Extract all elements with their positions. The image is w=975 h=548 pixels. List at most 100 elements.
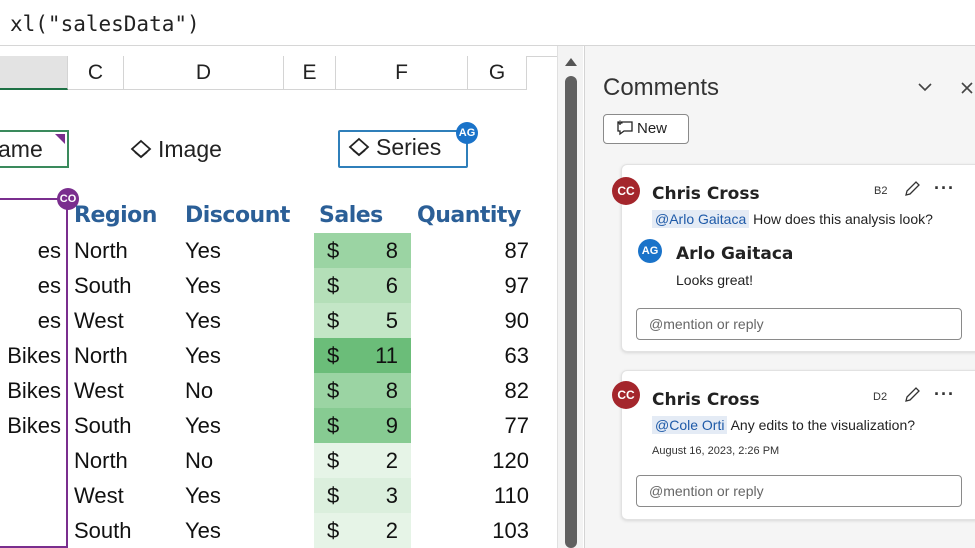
currency-cell[interactable]: $ [327, 268, 339, 303]
quantity-cell[interactable]: 90 [440, 303, 529, 338]
close-icon[interactable] [955, 78, 975, 102]
region-cell[interactable]: South [74, 268, 132, 303]
comment-text: Any edits to the visualization? [730, 417, 916, 433]
region-cell[interactable]: North [74, 443, 128, 478]
series-shape-label: Series [376, 134, 442, 160]
more-options-icon[interactable]: ··· [934, 179, 955, 197]
series-shape[interactable]: Series [338, 130, 468, 168]
header-quantity[interactable]: Quantity [417, 198, 521, 233]
presence-badge-ag: AG [456, 122, 478, 144]
shape-corner-marker [55, 134, 65, 144]
avatar: CC [612, 381, 640, 409]
more-options-icon[interactable]: ··· [934, 385, 955, 403]
header-discount[interactable]: Discount [185, 198, 290, 233]
column-header-f[interactable]: F [336, 56, 468, 90]
discount-cell[interactable]: No [185, 443, 213, 478]
sales-cell[interactable]: 5 [360, 303, 398, 338]
avatar: AG [638, 239, 662, 263]
edit-pencil-icon[interactable] [902, 179, 922, 202]
scrollbar-thumb[interactable] [565, 76, 577, 548]
name-cell[interactable]: es [0, 233, 61, 268]
region-cell[interactable]: West [74, 373, 124, 408]
discount-cell[interactable]: Yes [185, 268, 221, 303]
quantity-cell[interactable]: 82 [440, 373, 529, 408]
comment-author: Chris Cross [652, 184, 760, 204]
column-header-c[interactable]: C [68, 56, 124, 90]
currency-cell[interactable]: $ [327, 373, 339, 408]
name-shape[interactable]: ame [0, 130, 69, 168]
reply-input[interactable]: @mention or reply [636, 475, 962, 507]
sales-cell[interactable]: 11 [360, 338, 398, 373]
chevron-down-icon[interactable] [913, 78, 937, 102]
image-shape[interactable]: Image [130, 136, 222, 163]
header-region[interactable]: Region [74, 198, 157, 233]
name-cell[interactable]: Bikes [0, 373, 61, 408]
pane-title: Comments [603, 74, 720, 101]
column-header-b[interactable] [0, 56, 68, 90]
reply-text: Looks great! [676, 272, 754, 288]
region-cell[interactable]: South [74, 513, 132, 548]
avatar: CC [612, 177, 640, 205]
currency-cell[interactable]: $ [327, 408, 339, 443]
quantity-cell[interactable]: 103 [440, 513, 529, 548]
vertical-scrollbar[interactable] [557, 46, 583, 548]
name-cell[interactable]: es [0, 303, 61, 338]
quantity-cell[interactable]: 77 [440, 408, 529, 443]
discount-cell[interactable]: Yes [185, 233, 221, 268]
comment-cell-ref[interactable]: B2 [874, 185, 887, 197]
discount-cell[interactable]: Yes [185, 478, 221, 513]
edit-pencil-icon[interactable] [902, 385, 922, 408]
spreadsheet-grid[interactable]: C D E F G ame Image Series AG CO Region … [0, 46, 557, 548]
scroll-up-icon[interactable] [565, 58, 577, 66]
sales-cell[interactable]: 9 [360, 408, 398, 443]
sales-cell[interactable]: 2 [360, 443, 398, 478]
reply-input[interactable]: @mention or reply [636, 308, 962, 340]
region-cell[interactable]: North [74, 338, 128, 373]
column-header-d[interactable]: D [124, 56, 284, 90]
quantity-cell[interactable]: 97 [440, 268, 529, 303]
formula-bar[interactable]: xl("salesData") [0, 0, 975, 46]
sales-cell[interactable]: 8 [360, 373, 398, 408]
reply-author: Arlo Gaitaca [676, 244, 794, 264]
comment-body: @Cole Orti Any edits to the visualizatio… [652, 416, 916, 434]
layers-icon [348, 137, 370, 157]
discount-cell[interactable]: Yes [185, 408, 221, 443]
comment-thread-b2[interactable]: CC Chris Cross B2 ··· @Arlo Gaitaca How … [612, 164, 975, 352]
name-shape-label: ame [0, 136, 43, 162]
header-sales[interactable]: Sales [319, 198, 383, 233]
currency-cell[interactable]: $ [327, 338, 339, 373]
region-cell[interactable]: West [74, 303, 124, 338]
discount-cell[interactable]: Yes [185, 338, 221, 373]
discount-cell[interactable]: Yes [185, 303, 221, 338]
column-header-e[interactable]: E [284, 56, 336, 90]
quantity-cell[interactable]: 120 [440, 443, 529, 478]
region-cell[interactable]: West [74, 478, 124, 513]
quantity-cell[interactable]: 87 [440, 233, 529, 268]
currency-cell[interactable]: $ [327, 303, 339, 338]
sales-cell[interactable]: 2 [360, 513, 398, 548]
formula-text[interactable]: xl("salesData") [10, 12, 200, 36]
comment-thread-d2[interactable]: CC Chris Cross D2 ··· @Cole Orti Any edi… [612, 370, 975, 520]
name-cell[interactable]: Bikes [0, 408, 61, 443]
currency-cell[interactable]: $ [327, 513, 339, 548]
mention-tag[interactable]: @Cole Orti [652, 416, 728, 434]
sales-cell[interactable]: 8 [360, 233, 398, 268]
layers-icon [130, 139, 152, 159]
region-cell[interactable]: South [74, 408, 132, 443]
sales-cell[interactable]: 3 [360, 478, 398, 513]
currency-cell[interactable]: $ [327, 233, 339, 268]
region-cell[interactable]: North [74, 233, 128, 268]
column-header-g[interactable]: G [468, 56, 527, 90]
currency-cell[interactable]: $ [327, 443, 339, 478]
new-comment-button[interactable]: New [603, 114, 689, 144]
currency-cell[interactable]: $ [327, 478, 339, 513]
comment-cell-ref[interactable]: D2 [873, 391, 887, 403]
discount-cell[interactable]: Yes [185, 513, 221, 548]
sales-cell[interactable]: 6 [360, 268, 398, 303]
mention-tag[interactable]: @Arlo Gaitaca [652, 210, 750, 228]
quantity-cell[interactable]: 110 [440, 478, 529, 513]
name-cell[interactable]: es [0, 268, 61, 303]
quantity-cell[interactable]: 63 [440, 338, 529, 373]
discount-cell[interactable]: No [185, 373, 213, 408]
name-cell[interactable]: Bikes [0, 338, 61, 373]
